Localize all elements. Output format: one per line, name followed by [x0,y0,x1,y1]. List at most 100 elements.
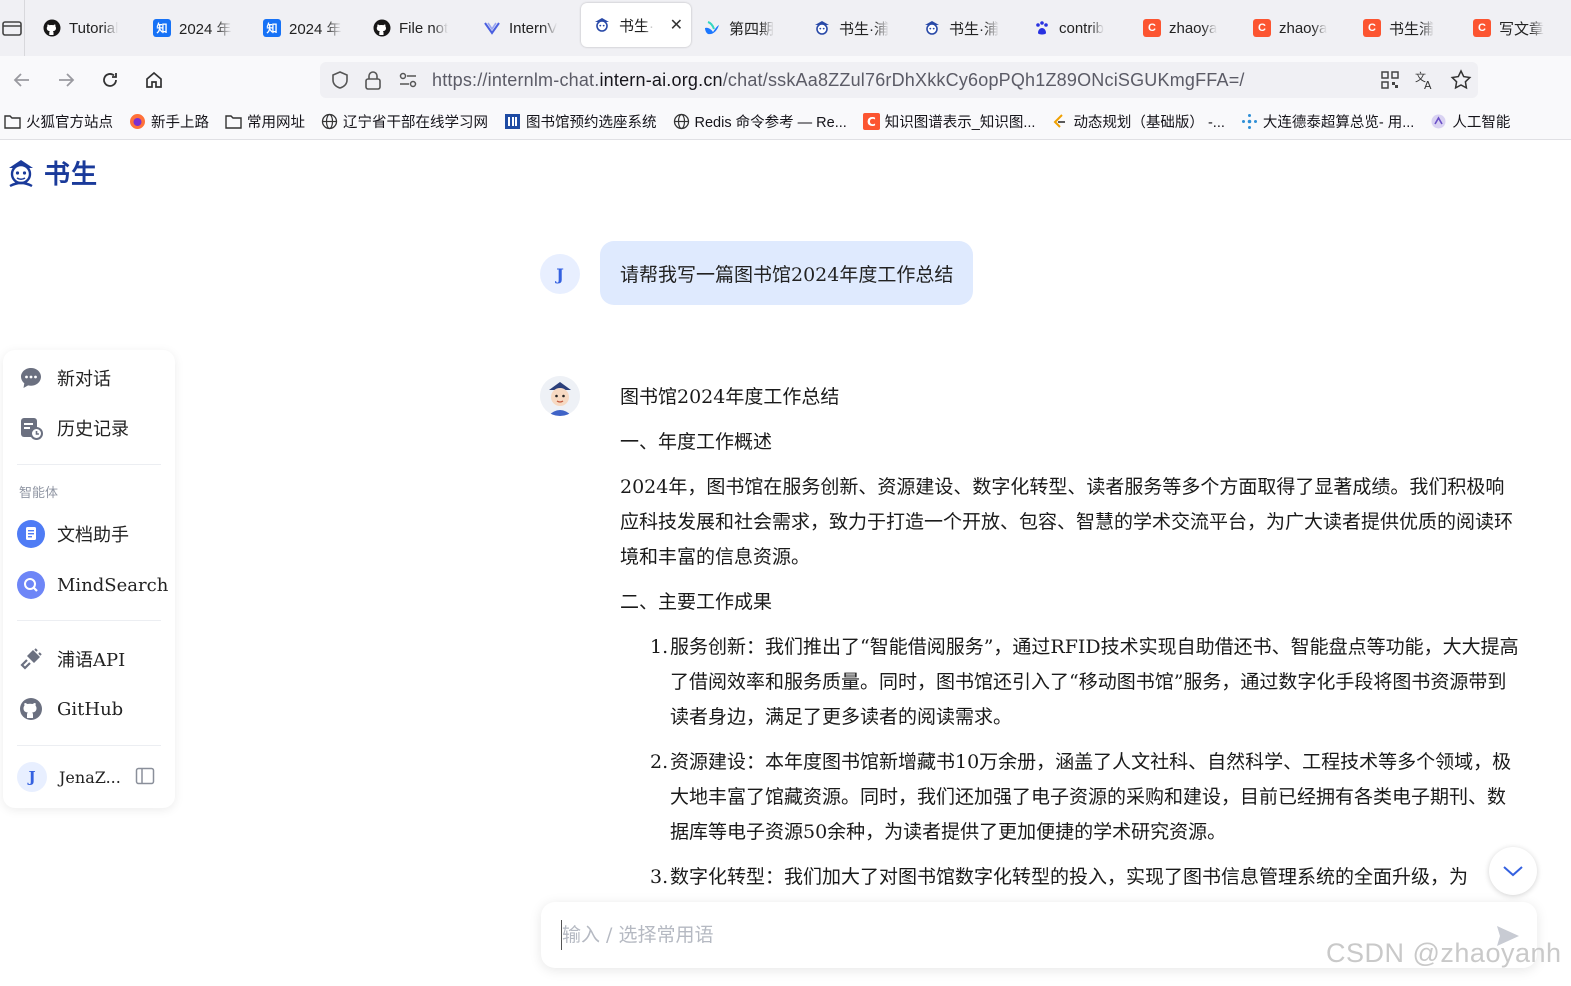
chat-bubble-icon [17,364,45,392]
list-item-number: 3. [650,866,669,888]
lock-icon[interactable] [364,70,382,90]
bookmark-item[interactable]: 新手上路 [129,111,209,132]
github-icon [17,695,45,723]
browser-tab[interactable]: 知 2024 年 [251,5,361,51]
close-tab-icon[interactable]: ✕ [670,15,683,35]
tab-title: contrib [1059,19,1105,37]
forward-button[interactable] [44,62,88,98]
bookmark-label: 常用网址 [247,115,305,131]
tab-title: zhaoya [1279,19,1328,37]
user-message-avatar: J [540,254,580,294]
tab-title: 第四期 [729,20,775,38]
sidebar-divider [17,620,161,621]
permissions-icon[interactable] [398,71,418,89]
bookmark-item[interactable]: 辽宁省干部在线学习网 [321,111,488,132]
bookmark-item[interactable]: Redis 命令参考 — Re... [673,111,847,132]
sidebar: 新对话 历史记录 智能体 文档助手 MindSearch 浦语API GitHu… [3,350,175,808]
sparkle-icon [1241,113,1258,130]
app-logo[interactable]: 书生 [4,154,98,191]
browser-tab[interactable]: Tutorial [31,5,141,51]
ai-icon [1430,113,1447,130]
tab-title: InternV [509,19,558,37]
bookmark-item[interactable]: 图书馆预约选座系统 [504,111,657,132]
browser-tab[interactable]: contrib [1021,5,1131,51]
browser-tab[interactable]: C 书生浦 [1351,5,1461,51]
agents-section-label: 智能体 [19,485,59,500]
reload-button[interactable] [88,62,132,98]
tab-title: 写文章 [1499,20,1545,38]
bookmark-item[interactable]: 常用网址 [225,111,305,132]
browser-tab[interactable]: C 写文章 [1461,5,1571,51]
doc-assistant-button[interactable]: 文档助手 [17,520,129,548]
github-link[interactable]: GitHub [17,695,123,723]
browser-tab[interactable]: 书生·浦 [911,5,1021,51]
tab-title: Tutorial [69,19,119,37]
bookmark-label: 辽宁省干部在线学习网 [343,115,488,131]
mindsearch-label: MindSearch [57,574,169,596]
bookmark-label: 动态规划（基础版） -... [1073,115,1225,131]
list-item-text: 服务创新：我们推出了“智能借阅服务”，通过RFID技术实现自助借还书、智能盘点等… [670,636,1519,728]
new-chat-button[interactable]: 新对话 [17,364,111,392]
csdn-icon: C [1363,19,1381,37]
doc-assistant-label: 文档助手 [57,525,129,546]
browser-tab[interactable]: 第四期 [691,5,801,51]
library-icon [504,113,521,130]
bookmark-item[interactable]: 动态规划（基础版） -... [1051,111,1225,132]
url-text: https://internlm-chat.intern-ai.org.cn/c… [432,69,1245,90]
mindsearch-button[interactable]: MindSearch [17,571,168,599]
bookmark-star-icon[interactable] [1450,69,1472,91]
history-icon [17,414,45,442]
bookmark-item[interactable]: 火狐官方站点 [4,111,113,132]
csdn-icon: C [1253,19,1271,37]
list-item-text: 资源建设：本年度图书馆新增藏书10万余册，涵盖了人文社科、自然科学、工程技术等多… [670,751,1512,843]
tab-strip: Tutorial 知 2024 年知 2024 年 File not InternV 书生·… [25,0,1571,56]
github-icon [373,19,391,37]
browser-tab[interactable]: 书生· ✕ [581,3,691,47]
leetcode-icon [1051,113,1068,130]
qr-code-icon[interactable] [1380,70,1400,90]
mindsearch-icon [17,571,45,599]
back-button[interactable] [0,62,44,98]
globe-icon [673,113,690,130]
logo-text: 书生 [44,159,99,189]
translate-icon[interactable]: 文A [1414,69,1436,91]
browser-tab[interactable]: 书生·浦 [801,5,911,51]
answer-title: 图书馆2024年度工作总结 [620,386,840,408]
bookmark-item[interactable]: C 知识图谱表示_知识图... [862,111,1035,132]
tab-list-button[interactable] [0,0,25,56]
scroll-to-bottom-button[interactable] [1489,847,1537,895]
folder-icon [4,113,21,130]
answer-list: 1. 服务创新：我们推出了“智能借阅服务”，通过RFID技术实现自助借还书、智能盘… [650,630,1520,895]
shusheng-icon [593,16,611,34]
browser-tab[interactable]: File not [361,5,471,51]
browser-tab[interactable]: Czhaoya [1241,5,1351,51]
list-item: 3. 数字化转型：我们加大了对图书馆数字化转型的投入，实现了图书信息管理系统的全面… [650,860,1510,895]
shield-icon[interactable] [330,70,350,90]
user-profile[interactable]: J JenaZ... [17,762,121,792]
tab-title: 2024 年 [179,20,232,38]
assistant-message: 图书馆2024年度工作总结 一、年度工作概述 2024年，图书馆在服务创新、资源… [620,380,1520,905]
browser-tab[interactable]: Czhaoya [1131,5,1241,51]
home-button[interactable] [132,62,176,98]
tab-title: File not [399,19,449,37]
history-button[interactable]: 历史记录 [17,414,129,442]
github-label: GitHub [57,698,124,720]
zhihu-icon: 知 [153,19,171,37]
browser-tab[interactable]: 知 2024 年 [141,5,251,51]
address-bar[interactable]: https://internlm-chat.intern-ai.org.cn/c… [320,62,1478,98]
tab-title: zhaoya [1169,19,1218,37]
api-link[interactable]: 浦语API [17,645,125,673]
svg-text:C: C [867,115,876,129]
list-item: 1. 服务创新：我们推出了“智能借阅服务”，通过RFID技术实现自助借还书、智能盘… [650,630,1520,735]
bookmark-item[interactable]: 人工智能 [1430,111,1510,132]
arrow-left-icon [13,73,29,87]
browser-tab[interactable]: InternV [471,5,581,51]
user-avatar: J [17,762,47,792]
collapse-sidebar-button[interactable] [133,764,157,788]
csdn-icon: C [1143,19,1161,37]
history-label: 历史记录 [57,419,129,440]
answer-section-heading: 一、年度工作概述 [620,431,773,453]
tab-title: 书生浦 [1389,20,1435,38]
assistant-avatar [540,376,580,416]
bookmark-item[interactable]: 大连德泰超算总览- 用... [1241,111,1414,132]
